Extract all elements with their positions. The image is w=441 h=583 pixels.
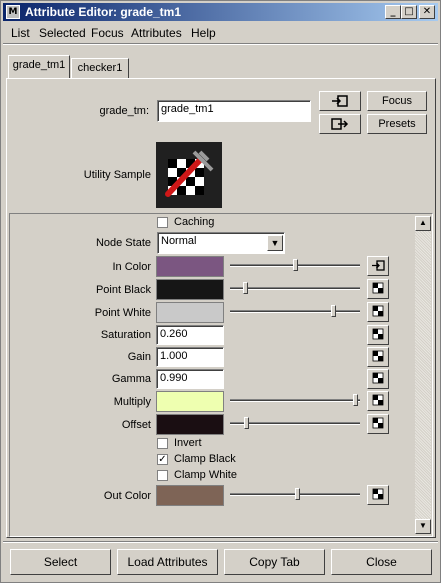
saturation-field[interactable]: 0.260 (156, 325, 224, 345)
presets-button[interactable]: Presets (367, 114, 427, 134)
point-white-slider-track[interactable] (230, 310, 360, 313)
bottom-divider (3, 541, 438, 543)
gamma-field[interactable]: 0.990 (156, 369, 224, 389)
node-state-value: Normal (161, 235, 197, 247)
select-button[interactable]: Select (10, 549, 111, 575)
menu-focus[interactable]: Focus (91, 26, 124, 40)
saturation-label: Saturation (100, 329, 151, 341)
clamp-white-checkbox[interactable] (157, 470, 168, 481)
checker-map-icon (372, 394, 384, 406)
point-black-slider-thumb[interactable] (243, 282, 248, 294)
multiply-label: Multiply (113, 396, 151, 408)
in-color-label: In Color (112, 261, 151, 273)
checker-map-icon (372, 282, 384, 294)
menu-help[interactable]: Help (191, 26, 216, 40)
title-bar[interactable]: M Attribute Editor: grade_tm1 _ □ ✕ (3, 3, 438, 21)
out-color-map-button[interactable] (367, 485, 389, 505)
vertical-scrollbar[interactable]: ▲ ▼ (415, 216, 431, 534)
copy-tab-button[interactable]: Copy Tab (224, 549, 325, 575)
offset-map-button[interactable] (367, 414, 389, 434)
load-input-button[interactable] (319, 91, 361, 111)
caching-label: Caching (174, 216, 215, 228)
utility-node-icon (165, 150, 214, 197)
menu-attributes[interactable]: Attributes (131, 26, 182, 40)
tab-grade-tm1[interactable]: grade_tm1 (8, 55, 70, 78)
out-color-slider-thumb[interactable] (295, 488, 300, 500)
offset-slider-thumb[interactable] (244, 417, 249, 429)
caching-checkbox[interactable] (157, 217, 168, 228)
input-connection-icon (332, 95, 348, 107)
in-color-slider-thumb[interactable] (293, 259, 298, 271)
multiply-slider-track[interactable] (230, 399, 360, 402)
input-connection-icon (372, 260, 385, 271)
maya-app-icon: M (6, 5, 20, 19)
menu-divider (3, 43, 438, 45)
node-state-label: Node State (95, 237, 151, 249)
window-title: Attribute Editor: grade_tm1 (25, 5, 182, 19)
scroll-up-button[interactable]: ▲ (415, 216, 431, 231)
utility-sample-label: Utility Sample (83, 169, 151, 181)
offset-swatch[interactable] (156, 414, 224, 435)
attribute-editor-window: M Attribute Editor: grade_tm1 _ □ ✕ List… (0, 0, 441, 583)
checker-map-icon (372, 372, 384, 384)
utility-sample-swatch[interactable] (156, 142, 222, 208)
minimize-button[interactable]: _ (385, 5, 401, 19)
multiply-slider-thumb[interactable] (353, 394, 358, 406)
point-white-map-button[interactable] (367, 302, 389, 322)
node-name-label: grade_tm: (99, 105, 149, 117)
checker-map-icon (372, 417, 384, 429)
checker-map-icon (372, 328, 384, 340)
point-black-label: Point Black (95, 284, 151, 296)
checker-map-icon (372, 488, 384, 500)
node-name-field[interactable]: grade_tm1 (157, 100, 311, 122)
maximize-button[interactable]: □ (401, 5, 417, 19)
saturation-map-button[interactable] (367, 325, 389, 345)
menu-bar: List Selected Focus Attributes Help (3, 23, 438, 42)
checker-map-icon (372, 305, 384, 317)
point-black-map-button[interactable] (367, 279, 389, 299)
gain-label: Gain (127, 351, 151, 363)
gamma-label: Gamma (111, 373, 151, 385)
close-button[interactable]: Close (331, 549, 432, 575)
out-color-swatch[interactable] (156, 485, 224, 506)
load-attributes-button[interactable]: Load Attributes (117, 549, 218, 575)
focus-button[interactable]: Focus (367, 91, 427, 111)
clamp-white-label: Clamp White (174, 469, 237, 481)
checker-map-icon (372, 350, 384, 362)
offset-label: Offset (121, 419, 151, 431)
point-white-slider-thumb[interactable] (331, 305, 336, 317)
clamp-black-checkbox[interactable]: ✓ (157, 454, 168, 465)
scroll-down-button[interactable]: ▼ (415, 519, 431, 534)
out-color-label: Out Color (103, 490, 151, 502)
gain-map-button[interactable] (367, 347, 389, 367)
node-state-dropdown-arrow[interactable]: ▼ (267, 235, 283, 251)
multiply-map-button[interactable] (367, 391, 389, 411)
point-white-swatch[interactable] (156, 302, 224, 323)
in-color-swatch[interactable] (156, 256, 224, 277)
load-output-button[interactable] (319, 114, 361, 134)
gamma-map-button[interactable] (367, 369, 389, 389)
close-window-button[interactable]: ✕ (419, 5, 435, 19)
invert-checkbox[interactable] (157, 438, 168, 449)
output-connection-icon (331, 118, 349, 130)
point-black-slider-track[interactable] (230, 287, 360, 290)
in-color-connect-button[interactable] (367, 256, 389, 276)
node-state-dropdown[interactable]: Normal (157, 232, 285, 254)
point-black-swatch[interactable] (156, 279, 224, 300)
multiply-swatch[interactable] (156, 391, 224, 412)
menu-list[interactable]: List (11, 26, 30, 40)
point-white-label: Point White (94, 307, 151, 319)
invert-label: Invert (174, 437, 202, 449)
gain-field[interactable]: 1.000 (156, 347, 224, 367)
clamp-black-label: Clamp Black (174, 453, 236, 465)
menu-selected[interactable]: Selected (39, 26, 86, 40)
tab-checker1[interactable]: checker1 (71, 58, 129, 78)
offset-slider-track[interactable] (230, 422, 360, 425)
